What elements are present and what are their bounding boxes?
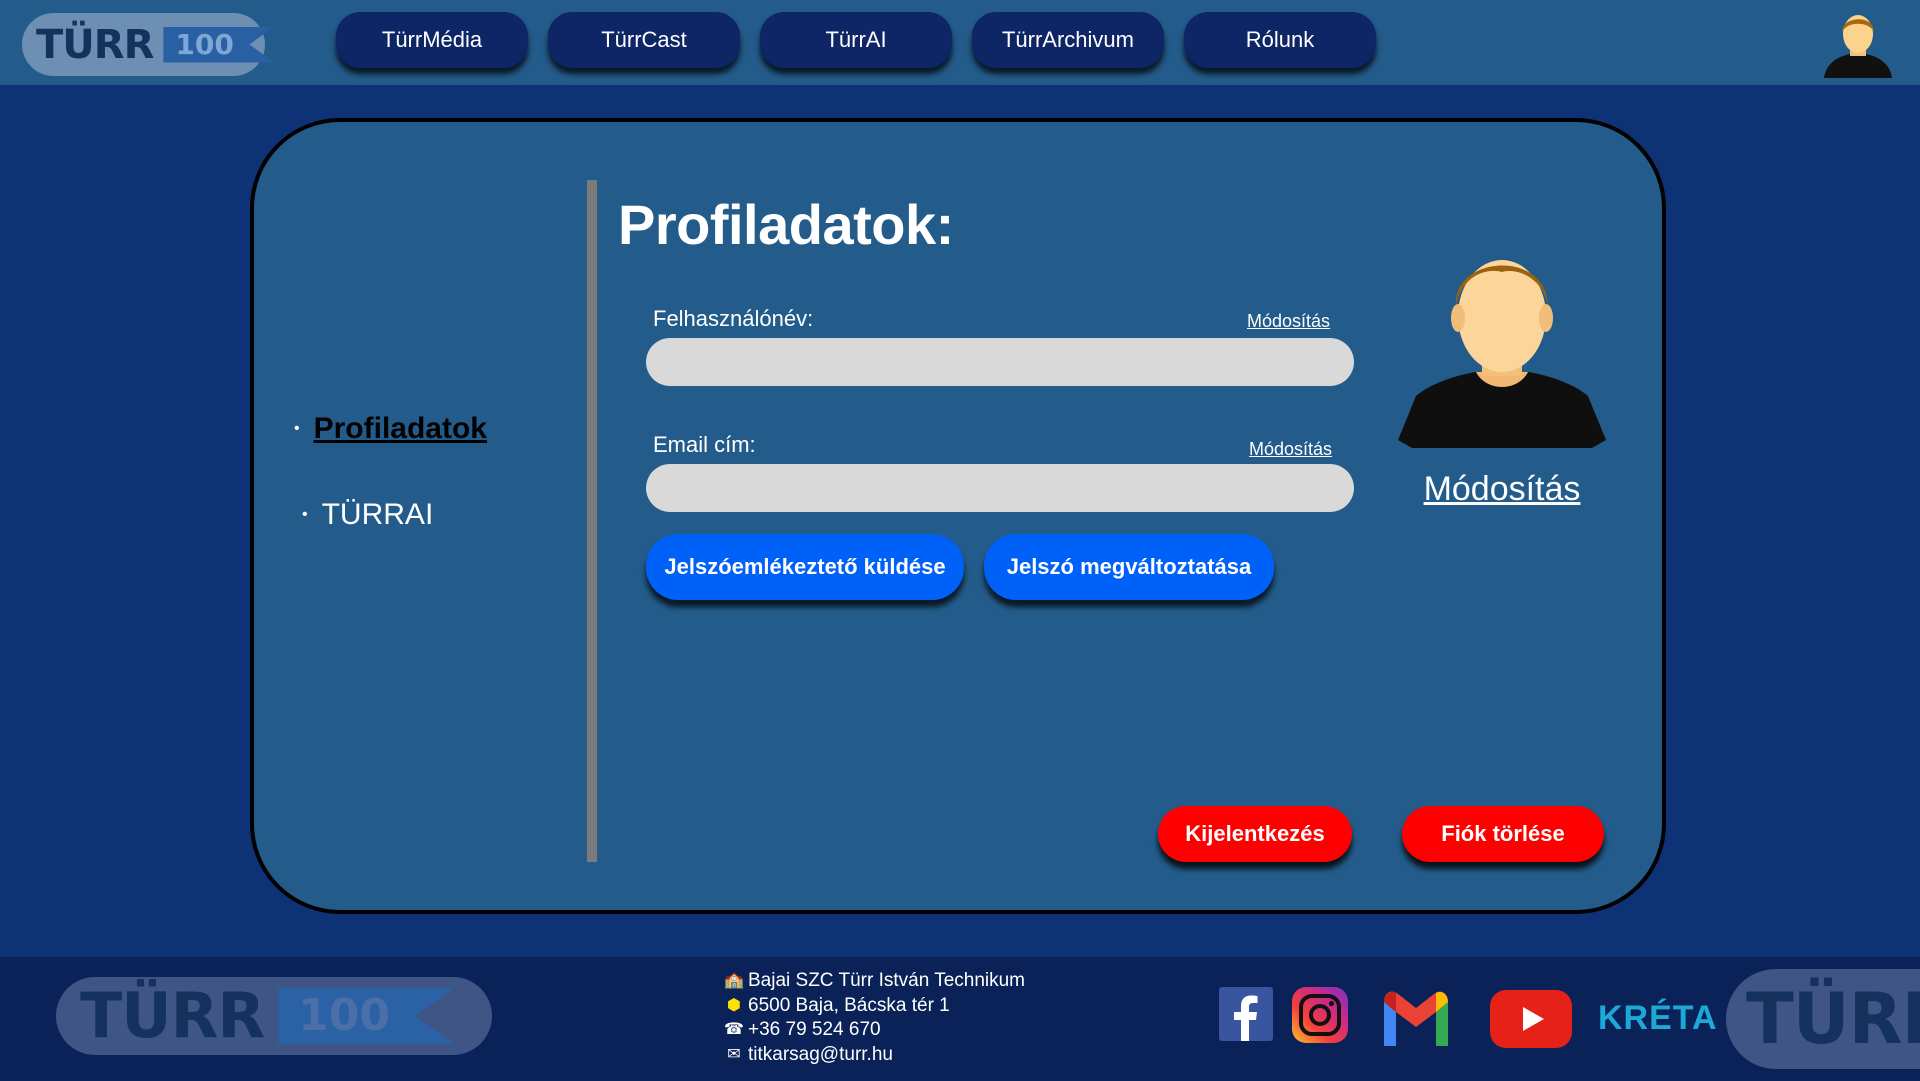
footer-logo-badge: 100: [278, 988, 454, 1044]
kreta-logo[interactable]: KRÉTA: [1598, 999, 1718, 1038]
send-password-reminder-button[interactable]: Jelszóemlékeztető küldése: [646, 534, 964, 600]
contact-school: Bajai SZC Türr István Technikum: [748, 970, 1026, 991]
email-label: Email cím:: [653, 432, 756, 457]
side-menu-label: TÜRRAI: [321, 498, 434, 531]
main-nav: TürrMédia TürrCast TürrAI TürrArchivum R…: [336, 12, 1376, 68]
facebook-icon[interactable]: [1219, 987, 1273, 1041]
vertical-divider: [587, 180, 597, 862]
contact-email[interactable]: titkarsag@turr.hu: [748, 1043, 893, 1068]
mail-icon: ✉: [727, 1045, 741, 1063]
youtube-icon[interactable]: [1490, 990, 1572, 1048]
side-menu-label: Profiladatok: [313, 412, 487, 445]
username-field[interactable]: [646, 338, 1354, 386]
profile-panel: • Profiladatok • TÜRRAI Profiladatok: Fe…: [250, 118, 1666, 914]
logout-button[interactable]: Kijelentkezés: [1158, 806, 1352, 862]
nav-turrai[interactable]: TürrAI: [760, 12, 952, 68]
contact-address: 6500 Baja, Bácska tér 1: [748, 994, 950, 1016]
contact-address-row: ⬢ 6500 Baja, Bácska tér 1: [724, 994, 1025, 1019]
nav-turrcast[interactable]: TürrCast: [548, 12, 740, 68]
turr100-logo[interactable]: TÜRR 100: [22, 13, 274, 76]
side-menu-profiladatok[interactable]: • Profiladatok: [294, 412, 487, 446]
bullet-icon: •: [294, 420, 300, 437]
footer-logo-right[interactable]: TÜRR: [1726, 969, 1920, 1069]
avatar-edit-link[interactable]: Módosítás: [1378, 470, 1626, 509]
email-field[interactable]: [646, 464, 1354, 512]
bullet-icon: •: [302, 506, 308, 523]
profile-side-menu: • Profiladatok • TÜRRAI: [294, 412, 487, 532]
profile-avatar-icon: [1398, 260, 1606, 448]
change-password-button[interactable]: Jelszó megváltoztatása: [984, 534, 1274, 600]
contact-phone-row: ☎ +36 79 524 670: [724, 1018, 1025, 1043]
nav-rolunk[interactable]: Rólunk: [1184, 12, 1376, 68]
username-label: Felhasználónév:: [653, 306, 814, 331]
logo-badge-text: 100: [175, 27, 234, 61]
address-icon: ⬢: [727, 996, 741, 1014]
page-title: Profiladatok:: [618, 193, 954, 256]
user-avatar-icon[interactable]: [1822, 10, 1894, 78]
username-edit-link[interactable]: Módosítás: [1247, 311, 1330, 332]
footer-logo-badge-text: 100: [298, 990, 390, 1041]
delete-account-button[interactable]: Fiók törlése: [1402, 806, 1604, 862]
nav-turrmedia[interactable]: TürrMédia: [336, 12, 528, 68]
contact-school-row: 🏫 Bajai SZC Türr István Technikum: [724, 969, 1025, 994]
page-footer: TÜRR 100 🏫 Bajai SZC Türr István Technik…: [0, 957, 1920, 1081]
instagram-icon[interactable]: [1292, 987, 1348, 1043]
school-icon: 🏫: [724, 972, 744, 989]
gmail-icon[interactable]: [1380, 990, 1452, 1046]
side-menu-turrai[interactable]: • TÜRRAI: [294, 498, 487, 532]
logo-text: TÜRR: [36, 21, 154, 68]
phone-icon: ☎: [724, 1021, 744, 1038]
footer-logo-right-text: TÜRR: [1746, 978, 1920, 1060]
nav-turrarchivum[interactable]: TürrArchivum: [972, 12, 1164, 68]
footer-logo[interactable]: TÜRR 100: [56, 977, 492, 1055]
contact-phone: +36 79 524 670: [748, 1019, 881, 1040]
contact-info: 🏫 Bajai SZC Türr István Technikum ⬢ 6500…: [724, 969, 1025, 1067]
footer-logo-text: TÜRR: [80, 979, 265, 1052]
logo-badge: 100: [163, 26, 274, 63]
email-edit-link[interactable]: Módosítás: [1249, 439, 1332, 460]
contact-email-row: ✉ titkarsag@turr.hu: [724, 1043, 1025, 1068]
top-navbar: TÜRR 100 TürrMédia TürrCast TürrAI TürrA…: [0, 0, 1920, 85]
